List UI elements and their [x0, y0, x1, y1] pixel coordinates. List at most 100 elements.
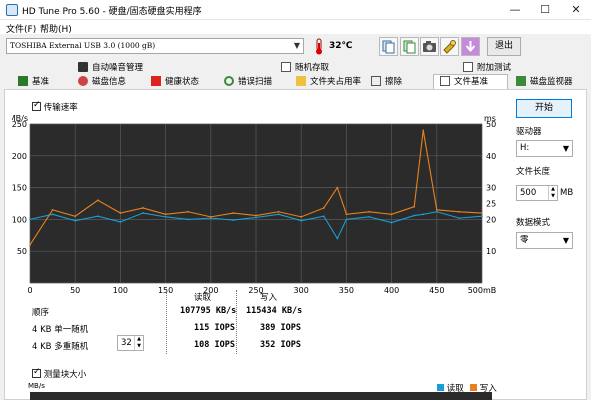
health-icon: [151, 76, 161, 86]
tab-bar: 自动噪音管理 随机存取 附加测试 基准 磁盘信息 健康状态 错误扫描 文件夹占用…: [0, 62, 591, 90]
drive-letter-value: H:: [520, 143, 530, 153]
file-length-input[interactable]: 500 ▲ ▼: [516, 185, 558, 201]
read-data-point: [390, 221, 393, 224]
tab-label: 磁盘监视器: [530, 77, 573, 87]
read-data-point: [232, 219, 235, 221]
x-tick-label: 350: [339, 286, 354, 293]
start-button[interactable]: 开始: [516, 99, 572, 118]
write-data-point: [422, 129, 425, 132]
spinner-arrows-icon[interactable]: ▲ ▼: [548, 186, 557, 200]
x-tick-label: 500mB: [468, 286, 497, 293]
tab-health[interactable]: 健康状态: [151, 76, 199, 89]
write-data-point: [51, 208, 54, 211]
page-icon: [463, 62, 473, 72]
temperature-readout: 32℃: [329, 41, 353, 51]
chevron-down-icon: ▼: [562, 144, 569, 153]
write-data-point: [322, 207, 325, 209]
x-tick-label: 0: [27, 286, 32, 293]
write-data-point: [413, 205, 416, 208]
tab-label: 文件基准: [454, 77, 489, 87]
window-title: HD Tune Pro 5.60 - 硬盘/固态硬盘实用程序: [22, 7, 202, 17]
tab-label: 自动噪音管理: [92, 63, 144, 73]
result-row-label: 4 KB 单一随机: [32, 325, 89, 335]
write-data-point: [345, 213, 348, 216]
x-tick-label: 100: [113, 286, 128, 293]
transfer-rate-checkbox[interactable]: 传输速率: [32, 100, 78, 113]
spinner-arrows-icon[interactable]: ▲ ▼: [134, 336, 143, 350]
read-data-point: [336, 237, 339, 240]
write-data-point: [29, 243, 31, 246]
tab-folder-usage[interactable]: 文件夹占用率: [296, 76, 361, 89]
file-length-label: 文件长度: [516, 167, 551, 177]
tab-disk-monitor[interactable]: 磁盘监视器: [516, 76, 573, 89]
chevron-down-icon: ▼: [562, 236, 569, 245]
x-tick-label: 450: [429, 286, 444, 293]
drive-letter-select[interactable]: H: ▼: [516, 140, 573, 157]
write-data-point: [209, 215, 212, 218]
exit-button[interactable]: 退出: [487, 37, 521, 56]
tab-label: 附加测试: [477, 63, 512, 73]
write-data-point: [96, 199, 99, 202]
copy-all-icon[interactable]: [400, 37, 419, 56]
read-data-point: [51, 213, 54, 216]
tab-error-scan[interactable]: 错误扫描: [224, 76, 272, 89]
random-single-read-value: 115 IOPS: [194, 323, 235, 333]
read-data-point: [164, 215, 167, 218]
monitor-icon: [516, 76, 526, 86]
write-data-point: [255, 214, 257, 217]
block-size-checkbox[interactable]: 测量块大小: [32, 367, 86, 380]
write-data-point: [277, 210, 280, 213]
write-data-point: [368, 210, 370, 213]
data-mode-select[interactable]: 零 ▼: [516, 232, 573, 249]
write-data-point: [74, 215, 77, 218]
random-single-write-value: 389 IOPS: [260, 323, 301, 333]
results-divider: [236, 290, 237, 354]
save-icon[interactable]: [461, 37, 480, 56]
close-button[interactable]: ✕: [561, 0, 591, 20]
write-data-point: [142, 207, 144, 209]
document-icon: [440, 76, 450, 86]
x-tick-label: 50: [70, 286, 80, 293]
block-chart-ylabel: MB/s: [28, 382, 45, 390]
drive-select-value: TOSHIBA External USB 3.0 (1000 gB): [10, 41, 156, 50]
checkbox-checked: [32, 100, 41, 111]
camera-icon[interactable]: [420, 37, 439, 56]
folder-icon: [296, 76, 306, 86]
tab-label: 擦除: [385, 77, 403, 87]
drive-select[interactable]: TOSHIBA External USB 3.0 (1000 gB) ▼: [6, 38, 304, 54]
speaker-icon: [78, 62, 88, 72]
tab-erase[interactable]: 擦除: [371, 76, 402, 89]
tab-label: 健康状态: [165, 77, 200, 87]
y-tick-label: 50: [17, 247, 27, 256]
y2-tick-label: 25: [486, 200, 496, 209]
tab-noise-management[interactable]: 自动噪音管理: [78, 62, 143, 75]
chevron-down-icon: ▼: [293, 41, 300, 50]
y-tick-label: 100: [12, 215, 27, 224]
tab-file-benchmark[interactable]: 文件基准: [433, 74, 508, 90]
tab-benchmark[interactable]: 基准: [18, 76, 49, 89]
read-data-point: [458, 217, 461, 220]
tab-random-access[interactable]: 随机存取: [281, 62, 329, 75]
legend-swatch-write: [470, 384, 477, 391]
tab-label: 错误扫描: [238, 77, 273, 87]
queue-depth-input[interactable]: 32 ▲ ▼: [117, 335, 144, 351]
read-data-point: [481, 215, 483, 218]
read-data-point: [96, 215, 99, 218]
y2-axis-label: ms: [484, 114, 496, 123]
info-icon: [78, 76, 88, 86]
queue-depth-value: 32: [121, 338, 132, 348]
random-multi-read-value: 108 IOPS: [194, 340, 235, 350]
read-data-point: [29, 218, 31, 221]
read-data-point: [435, 210, 438, 213]
write-column-header: 写入: [260, 293, 278, 303]
options-icon[interactable]: [440, 37, 459, 56]
erase-icon: [371, 76, 381, 86]
maximize-button[interactable]: ☐: [530, 0, 560, 20]
app-icon: [6, 4, 18, 16]
write-data-point: [336, 186, 339, 189]
title-bar: HD Tune Pro 5.60 - 硬盘/固态硬盘实用程序 — ☐ ✕: [0, 0, 591, 20]
copy-text-icon[interactable]: [379, 37, 398, 56]
tab-disk-info[interactable]: 磁盘信息: [78, 76, 126, 89]
minimize-button[interactable]: —: [500, 0, 530, 20]
y-tick-label: 150: [12, 184, 27, 193]
